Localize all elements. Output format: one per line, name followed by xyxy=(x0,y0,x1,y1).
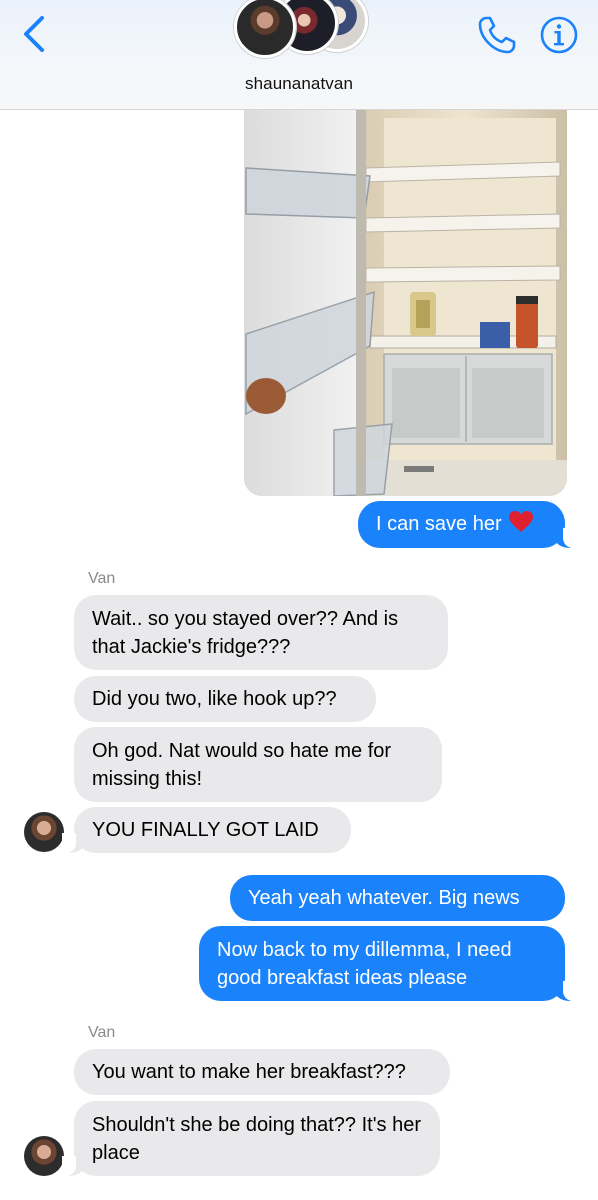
info-icon xyxy=(540,16,578,54)
message-text: Wait.. so you stayed over?? And is that … xyxy=(92,608,399,658)
outgoing-message[interactable]: Now back to my dillemma, I need good bre… xyxy=(199,926,577,1001)
avatar[interactable] xyxy=(24,1136,64,1176)
sender-label: Van xyxy=(88,1024,116,1041)
phone-icon xyxy=(478,16,516,54)
incoming-message[interactable]: You want to make her breakfast??? xyxy=(74,1049,450,1095)
incoming-message[interactable]: Oh god. Nat would so hate me for missing… xyxy=(74,727,442,802)
message-text: Did you two, like hook up?? xyxy=(92,688,337,710)
incoming-message[interactable]: Did you two, like hook up?? xyxy=(74,676,376,722)
incoming-message[interactable]: YOU FINALLY GOT LAID xyxy=(62,807,351,853)
sender-label: Van xyxy=(88,570,116,587)
chevron-left-icon xyxy=(24,16,44,52)
fridge-photo[interactable] xyxy=(244,110,567,496)
outgoing-message[interactable]: Yeah yeah whatever. Big news xyxy=(230,875,565,921)
message-text: Shouldn't she be doing that?? It's her p… xyxy=(92,1114,421,1164)
conversation-header: shaunanatvan xyxy=(0,0,598,110)
message-text: YOU FINALLY GOT LAID xyxy=(92,819,319,841)
message-text: You want to make her breakfast??? xyxy=(92,1061,406,1083)
incoming-message[interactable]: Wait.. so you stayed over?? And is that … xyxy=(74,595,448,670)
fridge-image xyxy=(244,110,567,496)
avatar[interactable] xyxy=(24,812,64,852)
info-button[interactable] xyxy=(538,14,580,56)
message-text: Oh god. Nat would so hate me for missing… xyxy=(92,740,392,790)
heart-icon xyxy=(508,511,533,532)
contact-name[interactable]: shaunanatvan xyxy=(0,74,598,94)
group-avatars[interactable] xyxy=(234,0,374,64)
avatar xyxy=(234,0,296,58)
incoming-message[interactable]: Shouldn't she be doing that?? It's her p… xyxy=(62,1101,440,1176)
back-button[interactable] xyxy=(18,14,54,54)
outgoing-message[interactable]: I can save her xyxy=(358,501,577,548)
message-text: Yeah yeah whatever. Big news xyxy=(248,887,520,909)
message-text: I can save her xyxy=(376,513,502,535)
message-text: Now back to my dillemma, I need good bre… xyxy=(217,939,512,989)
call-button[interactable] xyxy=(474,12,520,58)
